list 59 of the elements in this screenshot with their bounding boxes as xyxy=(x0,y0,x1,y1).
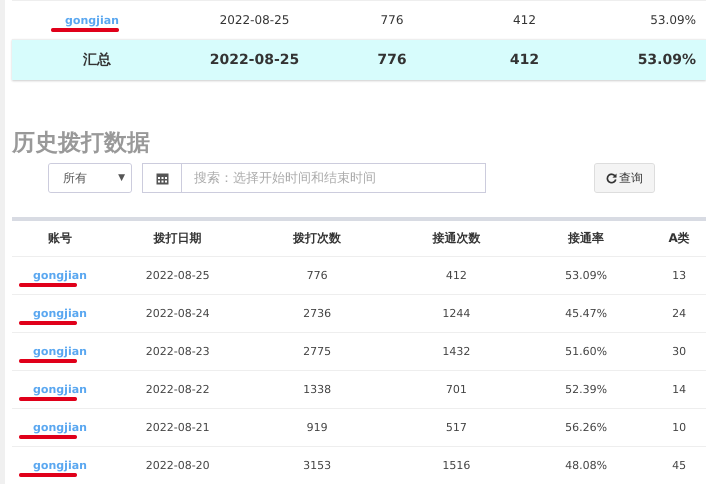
table-cell-text: 53.09% xyxy=(636,52,697,68)
table-cell: 2022-08-20 xyxy=(146,459,210,472)
table-cell-text: 412 xyxy=(512,13,537,27)
account-link[interactable]: gongjian xyxy=(33,383,87,396)
table-cell: 56.26% xyxy=(565,421,608,434)
column-header: A类 xyxy=(668,231,690,245)
table-cell-text: 776 xyxy=(376,52,408,68)
query-button[interactable]: 查询 xyxy=(594,163,655,193)
table-cell: 1516 xyxy=(442,459,470,472)
table-cell-text: 776 xyxy=(380,13,404,27)
table-cell: 45 xyxy=(672,459,686,472)
account-link[interactable]: gongjian xyxy=(33,459,87,472)
table-cell-text: 2022-08-25 xyxy=(208,52,300,68)
account-link[interactable]: gongjian xyxy=(33,269,87,282)
table-cell: 24 xyxy=(672,307,686,320)
table-cell-text: 汇总 xyxy=(82,51,112,69)
table-cell: 30 xyxy=(672,345,686,358)
table-cell: 14 xyxy=(672,383,686,396)
table-cell: 517 xyxy=(446,421,467,434)
table-cell: 919 xyxy=(306,421,328,434)
table-cell: 1244 xyxy=(442,307,470,320)
table-cell: 776 xyxy=(306,269,328,282)
table-cell: 2022-08-21 xyxy=(146,421,210,434)
account-link[interactable]: gongjian xyxy=(33,421,87,434)
refresh-icon xyxy=(606,172,617,184)
date-range-field[interactable]: 搜索：选择开始时间和结束时间 xyxy=(182,163,486,193)
table-cell: 13 xyxy=(672,269,686,282)
table-cell-text: 2022-08-25 xyxy=(218,13,290,27)
section-title: 历史拨打数据 xyxy=(12,129,150,158)
filter-dropdown[interactable]: 所有 ▼ xyxy=(48,163,132,193)
calendar-addon[interactable] xyxy=(142,163,182,193)
table-cell: 53.09% xyxy=(565,269,608,282)
account-link[interactable]: gongjian xyxy=(65,14,119,27)
table-cell: 701 xyxy=(446,383,467,396)
table-cell: 2736 xyxy=(303,307,332,320)
column-header: 拨打次数 xyxy=(293,231,342,245)
table-cell: 2022-08-25 xyxy=(146,269,210,282)
table-cell: 2022-08-22 xyxy=(146,383,210,396)
table-cell-text: 412 xyxy=(508,52,540,68)
calendar-icon xyxy=(156,172,168,184)
table-cell: 2775 xyxy=(303,345,332,358)
table-cell: 2022-08-23 xyxy=(146,345,210,358)
table-cell: 1338 xyxy=(303,383,332,396)
column-header: 接通次数 xyxy=(432,231,480,245)
table-cell: 48.08% xyxy=(565,459,608,472)
table-cell: 45.47% xyxy=(565,307,608,320)
column-header: 账号 xyxy=(48,231,72,245)
table-cell: 3153 xyxy=(303,459,332,472)
account-link[interactable]: gongjian xyxy=(33,307,87,320)
account-link[interactable]: gongjian xyxy=(33,345,87,358)
table-cell: 1432 xyxy=(442,345,470,358)
table-cell: 2022-08-24 xyxy=(146,307,210,320)
table-cell: 10 xyxy=(672,421,686,434)
column-header: 接通率 xyxy=(568,231,604,245)
column-header: 拨打日期 xyxy=(154,231,202,245)
table-cell: 51.60% xyxy=(565,345,608,358)
table-cell: 52.39% xyxy=(565,383,608,396)
table-cell-text: 53.09% xyxy=(649,13,697,27)
table-cell: 412 xyxy=(446,269,467,282)
